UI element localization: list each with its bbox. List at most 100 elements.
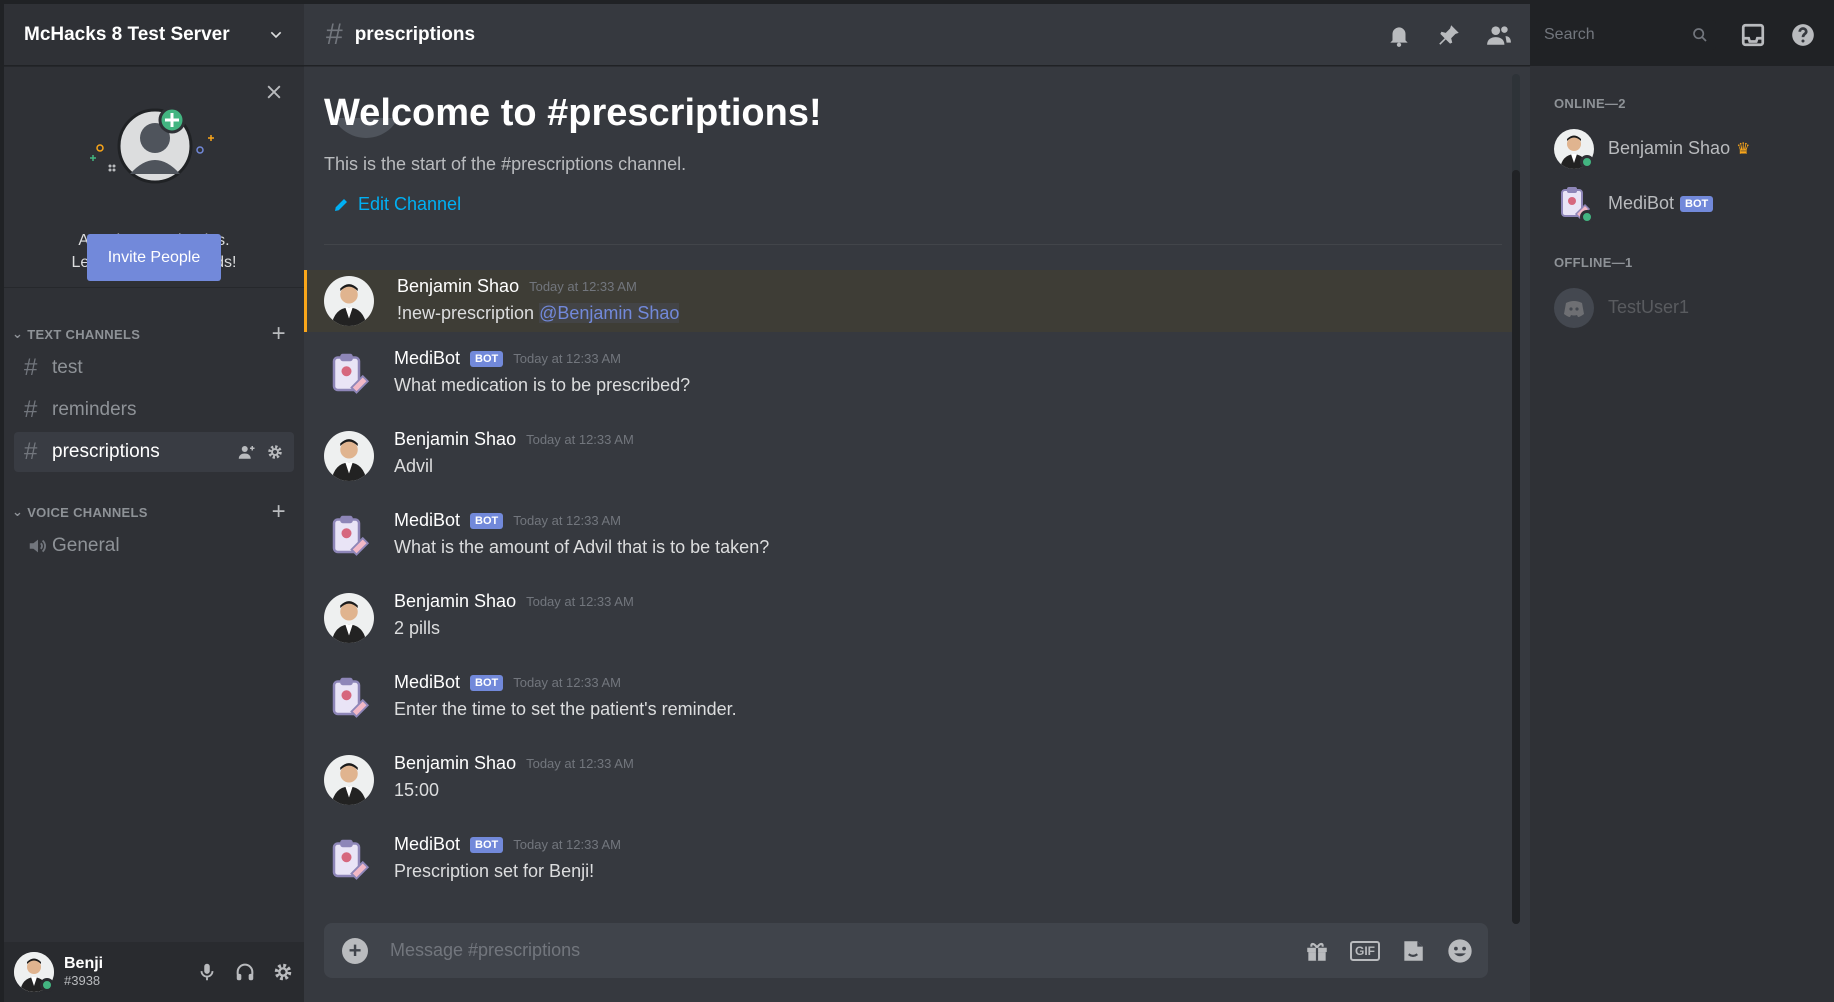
message-item[interactable]: Benjamin Shao Today at 12:33 AM 15:00 — [304, 747, 1512, 828]
microphone-icon[interactable] — [196, 961, 218, 983]
inbox-icon[interactable] — [1740, 22, 1766, 48]
online-status-dot — [1580, 154, 1594, 169]
bot-tag: BOT — [470, 350, 504, 367]
medibot-clipboard-icon — [332, 353, 370, 394]
chevron-down-icon: ⌄ — [12, 504, 24, 519]
search-icon — [1693, 28, 1707, 42]
sticker-icon[interactable] — [1400, 938, 1426, 964]
welcome-subtitle: This is the start of the #prescriptions … — [324, 154, 687, 174]
channel-test[interactable]: # test — [14, 348, 294, 388]
avatar[interactable] — [324, 512, 374, 562]
message-header: Benjamin Shao Today at 12:33 AM — [394, 747, 1512, 774]
members-icon[interactable] — [1486, 22, 1512, 48]
message-item[interactable]: MediBot BOT Today at 12:33 AM What medicati… — [304, 342, 1512, 423]
add-member-icon[interactable] — [238, 443, 256, 461]
invite-people-button[interactable]: Invite People — [87, 234, 221, 281]
avatar[interactable] — [324, 755, 374, 805]
friends-illustration-icon — [90, 106, 214, 184]
welcome-title: Welcome to #prescriptions! — [324, 92, 822, 134]
message-timestamp: Today at 12:33 AM — [513, 675, 621, 690]
user-settings-gear-icon[interactable] — [272, 961, 294, 983]
avatar[interactable] — [324, 431, 374, 481]
message-text: Advil — [394, 456, 434, 476]
server-header[interactable]: McHacks 8 Test Server — [4, 4, 304, 66]
message-header: Benjamin Shao Today at 12:33 AM — [394, 585, 1512, 612]
add-channel-icon[interactable]: + — [272, 322, 286, 346]
message-author[interactable]: Benjamin Shao — [397, 276, 519, 297]
close-icon[interactable] — [264, 82, 284, 102]
add-channel-icon[interactable]: + — [272, 500, 286, 524]
message-item[interactable]: Benjamin Shao Today at 12:33 AM !new-presc… — [304, 270, 1512, 332]
avatar[interactable] — [324, 276, 374, 326]
channel-title: prescriptions — [354, 23, 476, 45]
avatar[interactable] — [324, 593, 374, 643]
channel-list: ⌄ TEXT CHANNELS + # test # reminders # pr… — [4, 322, 304, 566]
search-input[interactable] — [1544, 26, 1684, 44]
hash-icon: # — [24, 354, 38, 381]
message-content: !new-prescription @Benjamin Shao — [397, 303, 1512, 324]
message-list: Benjamin Shao Today at 12:33 AM !new-presc… — [304, 266, 1512, 909]
edit-channel-link[interactable]: Edit Channel — [332, 194, 461, 215]
pin-icon[interactable] — [1436, 22, 1462, 48]
avatar — [1554, 184, 1594, 224]
message-content: 15:00 — [394, 780, 1512, 801]
search-box[interactable] — [1536, 20, 1716, 50]
scrollbar[interactable] — [1512, 74, 1520, 924]
bell-icon[interactable] — [1386, 22, 1412, 48]
voice-channel-general[interactable]: General — [14, 526, 294, 566]
message-text: What medication is to be prescribed? — [394, 375, 691, 395]
channel-sidebar: McHacks 8 Test Server An adventure begin… — [4, 4, 304, 1002]
hash-icon: # — [24, 396, 38, 423]
message-author[interactable]: Benjamin Shao — [394, 753, 516, 774]
gift-icon[interactable] — [1304, 938, 1330, 964]
member-item[interactable]: TestUser1 — [1530, 280, 1834, 335]
avatar[interactable] — [324, 836, 374, 886]
user-mention[interactable]: @Benjamin Shao — [539, 303, 680, 323]
gif-button[interactable]: GIF — [1350, 940, 1380, 961]
header-tools — [1244, 4, 1834, 66]
message-author[interactable]: Benjamin Shao — [394, 591, 516, 612]
message-text: What is the amount of Advil that is to b… — [394, 537, 770, 557]
medibot-clipboard-icon — [332, 515, 370, 556]
member-item[interactable]: Benjamin Shao ♛ — [1530, 121, 1834, 176]
message-composer: + GIF — [324, 923, 1488, 978]
avatar[interactable] — [324, 674, 374, 724]
headphones-icon[interactable] — [234, 961, 256, 983]
offline-group-label: OFFLINE—1 — [1554, 255, 1633, 270]
category-label: TEXT CHANNELS — [27, 326, 141, 342]
message-item[interactable]: Benjamin Shao Today at 12:33 AM Advil — [304, 423, 1512, 504]
member-item[interactable]: MediBot BOT — [1530, 176, 1834, 231]
scrollbar-thumb[interactable] — [1512, 170, 1520, 924]
message-author[interactable]: MediBot — [394, 834, 460, 855]
help-icon[interactable] — [1790, 22, 1816, 48]
channel-prescriptions[interactable]: # prescriptions — [14, 432, 294, 472]
chevron-down-icon: ⌄ — [12, 326, 24, 341]
message-content: Advil — [394, 456, 1512, 477]
bot-tag: BOT — [1680, 195, 1714, 212]
discord-logo-icon — [1564, 300, 1584, 317]
message-author[interactable]: Benjamin Shao — [394, 429, 516, 450]
message-item[interactable]: Benjamin Shao Today at 12:33 AM 2 pills — [304, 585, 1512, 666]
message-header: MediBot BOT Today at 12:33 AM — [394, 342, 1512, 369]
message-item[interactable]: MediBot BOT Today at 12:33 AM Prescription … — [304, 828, 1512, 909]
message-content: 2 pills — [394, 618, 1512, 639]
gear-icon[interactable] — [266, 443, 284, 461]
message-item[interactable]: MediBot BOT Today at 12:33 AM What is the a… — [304, 504, 1512, 585]
discord-app: McHacks 8 Test Server An adventure begin… — [0, 0, 1834, 1002]
avatar[interactable] — [324, 350, 374, 400]
pencil-icon — [335, 198, 347, 211]
category-text-channels[interactable]: ⌄ TEXT CHANNELS + — [4, 322, 304, 346]
message-text: !new-prescription — [397, 303, 540, 323]
category-voice-channels[interactable]: ⌄ VOICE CHANNELS + — [4, 500, 304, 524]
member-name: MediBot BOT — [1608, 193, 1714, 214]
message-author[interactable]: MediBot — [394, 348, 460, 369]
message-input[interactable] — [390, 940, 1304, 961]
channel-reminders[interactable]: # reminders — [14, 390, 294, 430]
user-controls — [196, 961, 294, 983]
add-attachment-button[interactable]: + — [342, 937, 368, 964]
message-item[interactable]: MediBot BOT Today at 12:33 AM Enter the tim… — [304, 666, 1512, 747]
emoji-icon[interactable] — [1446, 937, 1474, 965]
message-author[interactable]: MediBot — [394, 510, 460, 531]
message-timestamp: Today at 12:33 AM — [513, 513, 621, 528]
message-author[interactable]: MediBot — [394, 672, 460, 693]
